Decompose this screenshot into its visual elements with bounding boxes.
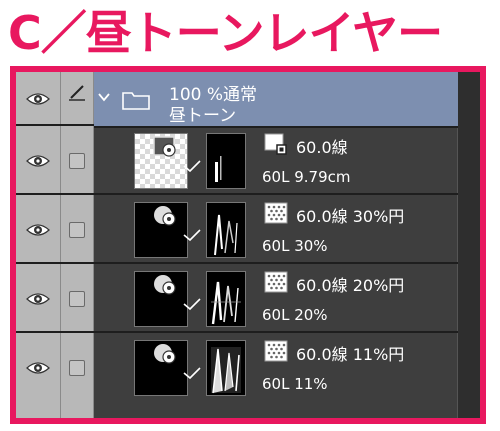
eye-icon[interactable] bbox=[26, 223, 50, 237]
tone-layer[interactable]: 60.0線 30%円 60L 30% bbox=[94, 195, 458, 264]
tone-badge-icon bbox=[154, 344, 176, 364]
folder-layer-row[interactable]: 100 %通常 昼トーン bbox=[16, 72, 458, 128]
folder-name: 昼トーン bbox=[169, 106, 237, 126]
layer-tone-setting: 60.0線 bbox=[296, 138, 348, 157]
layer-row[interactable]: 60.0線 11%円 60L 11% bbox=[16, 333, 458, 402]
layer-thumbnail bbox=[134, 340, 188, 396]
layer-tone-setting: 60.0線 20%円 bbox=[296, 276, 405, 295]
chevron-down-icon[interactable] bbox=[98, 92, 110, 102]
layer-thumbnail bbox=[134, 133, 188, 189]
tone-dot-icon bbox=[264, 340, 288, 362]
layer-panel: 100 %通常 昼トーン 60.0線 60L 9.79cm 60.0線 30%円… bbox=[10, 66, 486, 424]
tone-badge-icon bbox=[154, 275, 176, 295]
check-icon bbox=[183, 298, 201, 311]
layer-name: 60L 30% bbox=[262, 237, 328, 255]
eye-icon[interactable] bbox=[26, 92, 50, 106]
tone-dot-icon bbox=[264, 271, 288, 293]
folder-icon bbox=[122, 92, 150, 110]
folder-layer[interactable]: 100 %通常 昼トーン bbox=[94, 72, 458, 128]
edit-target-checkbox[interactable] bbox=[69, 153, 85, 169]
edit-target-checkbox[interactable] bbox=[69, 291, 85, 307]
pen-icon bbox=[69, 85, 85, 101]
check-icon bbox=[183, 229, 201, 242]
tone-dot-icon bbox=[264, 202, 288, 224]
scrollbar[interactable] bbox=[457, 72, 480, 418]
mask-thumbnail bbox=[206, 340, 246, 396]
tone-layer[interactable]: 60.0線 60L 9.79cm bbox=[94, 126, 458, 195]
mask-thumbnail bbox=[206, 271, 246, 327]
page-title: C／昼トーンレイヤー bbox=[8, 6, 443, 60]
layer-row[interactable]: 60.0線 20%円 60L 20% bbox=[16, 264, 458, 333]
layer-name: 60L 9.79cm bbox=[262, 168, 351, 186]
eye-icon[interactable] bbox=[26, 292, 50, 306]
tone-badge-icon bbox=[154, 206, 176, 226]
edit-target-checkbox[interactable] bbox=[69, 222, 85, 238]
tone-badge-icon bbox=[153, 136, 176, 157]
layer-row[interactable]: 60.0線 60L 9.79cm bbox=[16, 126, 458, 195]
tone-layer[interactable]: 60.0線 20%円 60L 20% bbox=[94, 264, 458, 333]
mask-thumbnail bbox=[206, 202, 246, 258]
check-icon bbox=[183, 160, 201, 173]
tone-layer[interactable]: 60.0線 11%円 60L 11% bbox=[94, 333, 458, 402]
mask-thumbnail bbox=[206, 133, 246, 189]
check-icon bbox=[183, 367, 201, 380]
layer-tone-setting: 60.0線 11%円 bbox=[296, 345, 405, 364]
layer-row[interactable]: 60.0線 30%円 60L 30% bbox=[16, 195, 458, 264]
layer-tone-setting: 60.0線 30%円 bbox=[296, 207, 405, 226]
layer-thumbnail bbox=[134, 202, 188, 258]
tone-icon bbox=[264, 133, 287, 155]
eye-icon[interactable] bbox=[26, 361, 50, 375]
eye-icon[interactable] bbox=[26, 154, 50, 168]
layer-name: 60L 20% bbox=[262, 306, 328, 324]
edit-target-checkbox[interactable] bbox=[69, 360, 85, 376]
layer-thumbnail bbox=[134, 271, 188, 327]
layer-name: 60L 11% bbox=[262, 375, 328, 393]
